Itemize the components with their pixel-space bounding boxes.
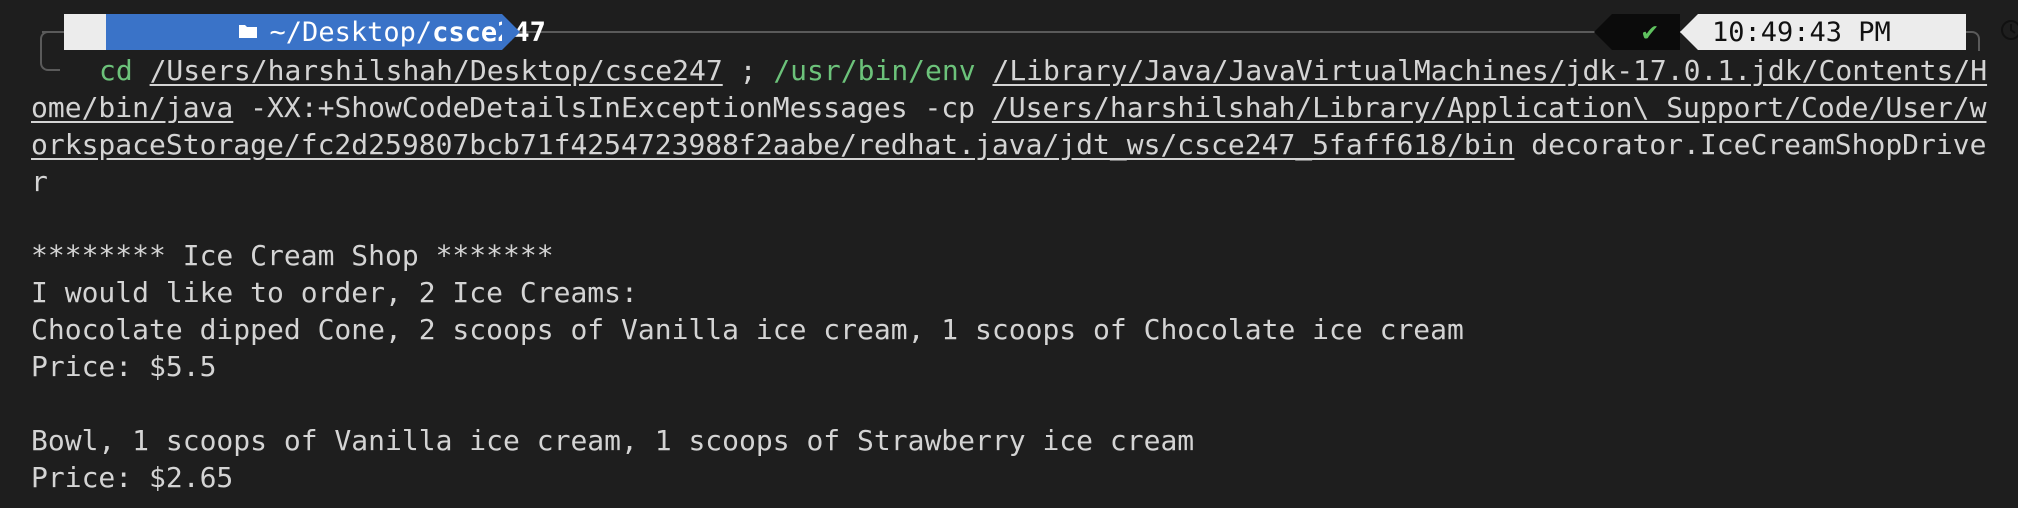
cd-command: cd <box>99 54 133 87</box>
env-command: /usr/bin/env <box>773 54 976 87</box>
command-line-1: cd /Users/harshilshah/Desktop/csce247 ; … <box>31 52 1991 89</box>
status-segment-arrow <box>1594 14 1612 50</box>
output-order-2: Bowl, 1 scoops of Vanilla ice cream, 1 s… <box>31 424 1195 457</box>
time-segment: 10:49:43 PM <box>1698 14 2018 50</box>
command-separator: ; <box>722 54 774 87</box>
terminal-window[interactable]: ~/Desktop/csce247 ✔ 10:49:43 PM cd /User… <box>0 0 2018 508</box>
java-path: /Library/Java/JavaVirtualMachines/jdk-17… <box>992 54 1988 87</box>
classpath-continued: orkspaceStorage/fc2d259807bcb71f42547239… <box>31 128 1515 161</box>
directory-prefix: ~/Desktop/ <box>269 16 433 48</box>
status-ok-icon: ✔ <box>1642 17 1658 47</box>
terminal-output: cd /Users/harshilshah/Desktop/csce247 ; … <box>31 52 1991 496</box>
classpath: /Users/harshilshah/Library/Application\ … <box>991 91 1987 124</box>
directory-segment-arrow <box>502 14 520 50</box>
command-line-2: ome/bin/java -XX:+ShowCodeDetailsInExcep… <box>31 89 1991 126</box>
directory-name: csce247 <box>432 16 546 48</box>
output-order-1: Chocolate dipped Cone, 2 scoops of Vanil… <box>31 313 1464 346</box>
workspace-path: /Users/harshilshah/Desktop/csce247 <box>149 54 723 87</box>
prompt-time: 10:49:43 PM <box>1712 16 1891 48</box>
time-segment-arrow <box>1680 14 1698 50</box>
command-line-3: orkspaceStorage/fc2d259807bcb71f42547239… <box>31 126 1991 163</box>
output-header: ******** Ice Cream Shop ******* <box>31 239 554 272</box>
output-price-1: Price: $5.5 <box>31 350 217 383</box>
os-segment <box>64 14 141 50</box>
command-line-4: r <box>31 163 1991 200</box>
directory-segment: ~/Desktop/csce247 <box>106 14 546 50</box>
output-intro: I would like to order, 2 Ice Creams: <box>31 276 638 309</box>
java-path-continued: ome/bin/java <box>31 91 234 124</box>
java-flags: -XX:+ShowCodeDetailsInExceptionMessages … <box>233 91 992 124</box>
output-price-2: Price: $2.65 <box>31 461 234 494</box>
main-class-continued: r <box>31 165 48 198</box>
main-class: decorator.IceCreamShopDrive <box>1514 128 1987 161</box>
